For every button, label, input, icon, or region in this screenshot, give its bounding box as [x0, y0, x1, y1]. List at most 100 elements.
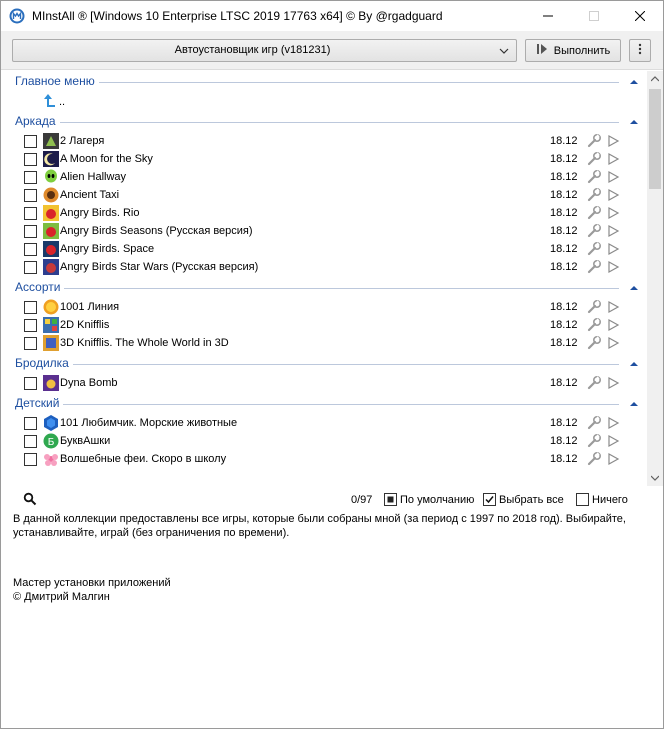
game-name: 101 Любимчик. Морские животные: [60, 417, 238, 429]
wrench-icon[interactable]: [586, 151, 602, 167]
chevron-up-icon[interactable]: [629, 116, 639, 126]
play-icon[interactable]: [606, 434, 620, 448]
game-icon: [43, 335, 59, 351]
list-item[interactable]: Б БуквАшки 18.12: [23, 432, 623, 450]
play-icon[interactable]: [606, 224, 620, 238]
play-icon[interactable]: [606, 170, 620, 184]
item-checkbox[interactable]: [24, 243, 37, 256]
item-checkbox[interactable]: [24, 153, 37, 166]
group-label: Ассорти: [15, 280, 65, 294]
item-checkbox[interactable]: [24, 377, 37, 390]
item-checkbox[interactable]: [24, 261, 37, 274]
list-item[interactable]: 2 Лагеря 18.12: [23, 132, 623, 150]
list-item[interactable]: Dyna Bomb 18.12: [23, 374, 623, 392]
group-header[interactable]: Аркада: [15, 114, 639, 130]
group-header[interactable]: Детский: [15, 396, 639, 412]
play-icon[interactable]: [606, 152, 620, 166]
wrench-icon[interactable]: [586, 133, 602, 149]
play-icon[interactable]: [606, 242, 620, 256]
select-all-checkbox[interactable]: [483, 493, 496, 506]
game-name: Angry Birds Star Wars (Русская версия): [60, 261, 259, 273]
list-item[interactable]: 1001 Линия 18.12: [23, 298, 623, 316]
game-icon: [43, 151, 59, 167]
item-checkbox[interactable]: [24, 435, 37, 448]
list-item[interactable]: A Moon for the Sky 18.12: [23, 150, 623, 168]
wrench-icon[interactable]: [586, 259, 602, 275]
play-icon[interactable]: [606, 416, 620, 430]
chevron-up-icon[interactable]: [629, 282, 639, 292]
wrench-icon[interactable]: [586, 317, 602, 333]
up-folder-item[interactable]: ..: [41, 92, 101, 110]
main-menu-header[interactable]: Главное меню: [15, 74, 639, 90]
play-icon[interactable]: [606, 452, 620, 466]
list-item[interactable]: Angry Birds Star Wars (Русская версия) 18…: [23, 258, 623, 276]
game-icon: [43, 133, 59, 149]
search-icon[interactable]: [23, 492, 37, 506]
play-icon[interactable]: [606, 376, 620, 390]
footer-app-name: Мастер установки приложений: [13, 577, 171, 589]
game-name: Angry Birds. Space: [60, 243, 155, 255]
list-item[interactable]: 2D Knifflis 18.12: [23, 316, 623, 334]
item-checkbox[interactable]: [24, 225, 37, 238]
game-name: 2 Лагеря: [60, 135, 105, 147]
wrench-icon[interactable]: [586, 223, 602, 239]
group-header[interactable]: Бродилка: [15, 356, 639, 372]
list-item[interactable]: Ancient Taxi 18.12: [23, 186, 623, 204]
item-checkbox[interactable]: [24, 135, 37, 148]
item-checkbox[interactable]: [24, 337, 37, 350]
run-button[interactable]: Выполнить: [525, 39, 621, 62]
list-item[interactable]: Angry Birds. Rio 18.12: [23, 204, 623, 222]
wrench-icon[interactable]: [586, 451, 602, 467]
item-checkbox[interactable]: [24, 453, 37, 466]
scroll-up-button[interactable]: [647, 71, 663, 87]
item-checkbox[interactable]: [24, 417, 37, 430]
game-name: Волшебные феи. Скоро в школу: [60, 453, 227, 465]
wrench-icon[interactable]: [586, 241, 602, 257]
play-icon[interactable]: [606, 134, 620, 148]
item-checkbox[interactable]: [24, 207, 37, 220]
list-item[interactable]: Alien Hallway 18.12: [23, 168, 623, 186]
item-checkbox[interactable]: [24, 301, 37, 314]
wrench-icon[interactable]: [586, 299, 602, 315]
wrench-icon[interactable]: [586, 433, 602, 449]
chevron-up-icon[interactable]: [629, 398, 639, 408]
group-header[interactable]: Ассорти: [15, 280, 639, 296]
list-item[interactable]: 3D Knifflis. The Whole World in 3D 18.12: [23, 334, 623, 352]
more-menu-button[interactable]: [629, 39, 651, 62]
list-item[interactable]: 101 Любимчик. Морские животные 18.12: [23, 414, 623, 432]
game-version: 18.12: [550, 453, 578, 465]
minimize-button[interactable]: [525, 1, 571, 31]
games-list[interactable]: Главное меню .. Аркада 2 Лагеря 18.12 A Moo…: [1, 69, 663, 487]
wrench-icon[interactable]: [586, 415, 602, 431]
play-icon[interactable]: [606, 300, 620, 314]
list-item[interactable]: Angry Birds. Space 18.12: [23, 240, 623, 258]
wrench-icon[interactable]: [586, 187, 602, 203]
item-checkbox[interactable]: [24, 319, 37, 332]
scroll-thumb[interactable]: [649, 89, 661, 189]
wrench-icon[interactable]: [586, 205, 602, 221]
title-bar[interactable]: MInstAll ® [Windows 10 Enterprise LTSC 2…: [1, 1, 663, 31]
wrench-icon[interactable]: [586, 169, 602, 185]
play-icon[interactable]: [606, 206, 620, 220]
scroll-down-button[interactable]: [647, 470, 663, 486]
game-icon: [43, 259, 59, 275]
play-icon[interactable]: [606, 318, 620, 332]
collection-select[interactable]: Автоустановщик игр (v181231): [12, 39, 517, 62]
game-icon: [43, 415, 59, 431]
play-icon[interactable]: [606, 336, 620, 350]
list-item[interactable]: Волшебные феи. Скоро в школу 18.12: [23, 450, 623, 468]
default-checkbox[interactable]: [384, 493, 397, 506]
maximize-button[interactable]: [571, 1, 617, 31]
wrench-icon[interactable]: [586, 375, 602, 391]
chevron-up-icon[interactable]: [629, 76, 639, 86]
wrench-icon[interactable]: [586, 335, 602, 351]
select-none-checkbox[interactable]: [576, 493, 589, 506]
play-icon[interactable]: [606, 188, 620, 202]
close-button[interactable]: [617, 1, 663, 31]
chevron-up-icon[interactable]: [629, 358, 639, 368]
list-item[interactable]: Angry Birds Seasons (Русская версия) 18.1…: [23, 222, 623, 240]
item-checkbox[interactable]: [24, 171, 37, 184]
play-icon[interactable]: [606, 260, 620, 274]
item-checkbox[interactable]: [24, 189, 37, 202]
vertical-scrollbar[interactable]: [647, 71, 663, 486]
